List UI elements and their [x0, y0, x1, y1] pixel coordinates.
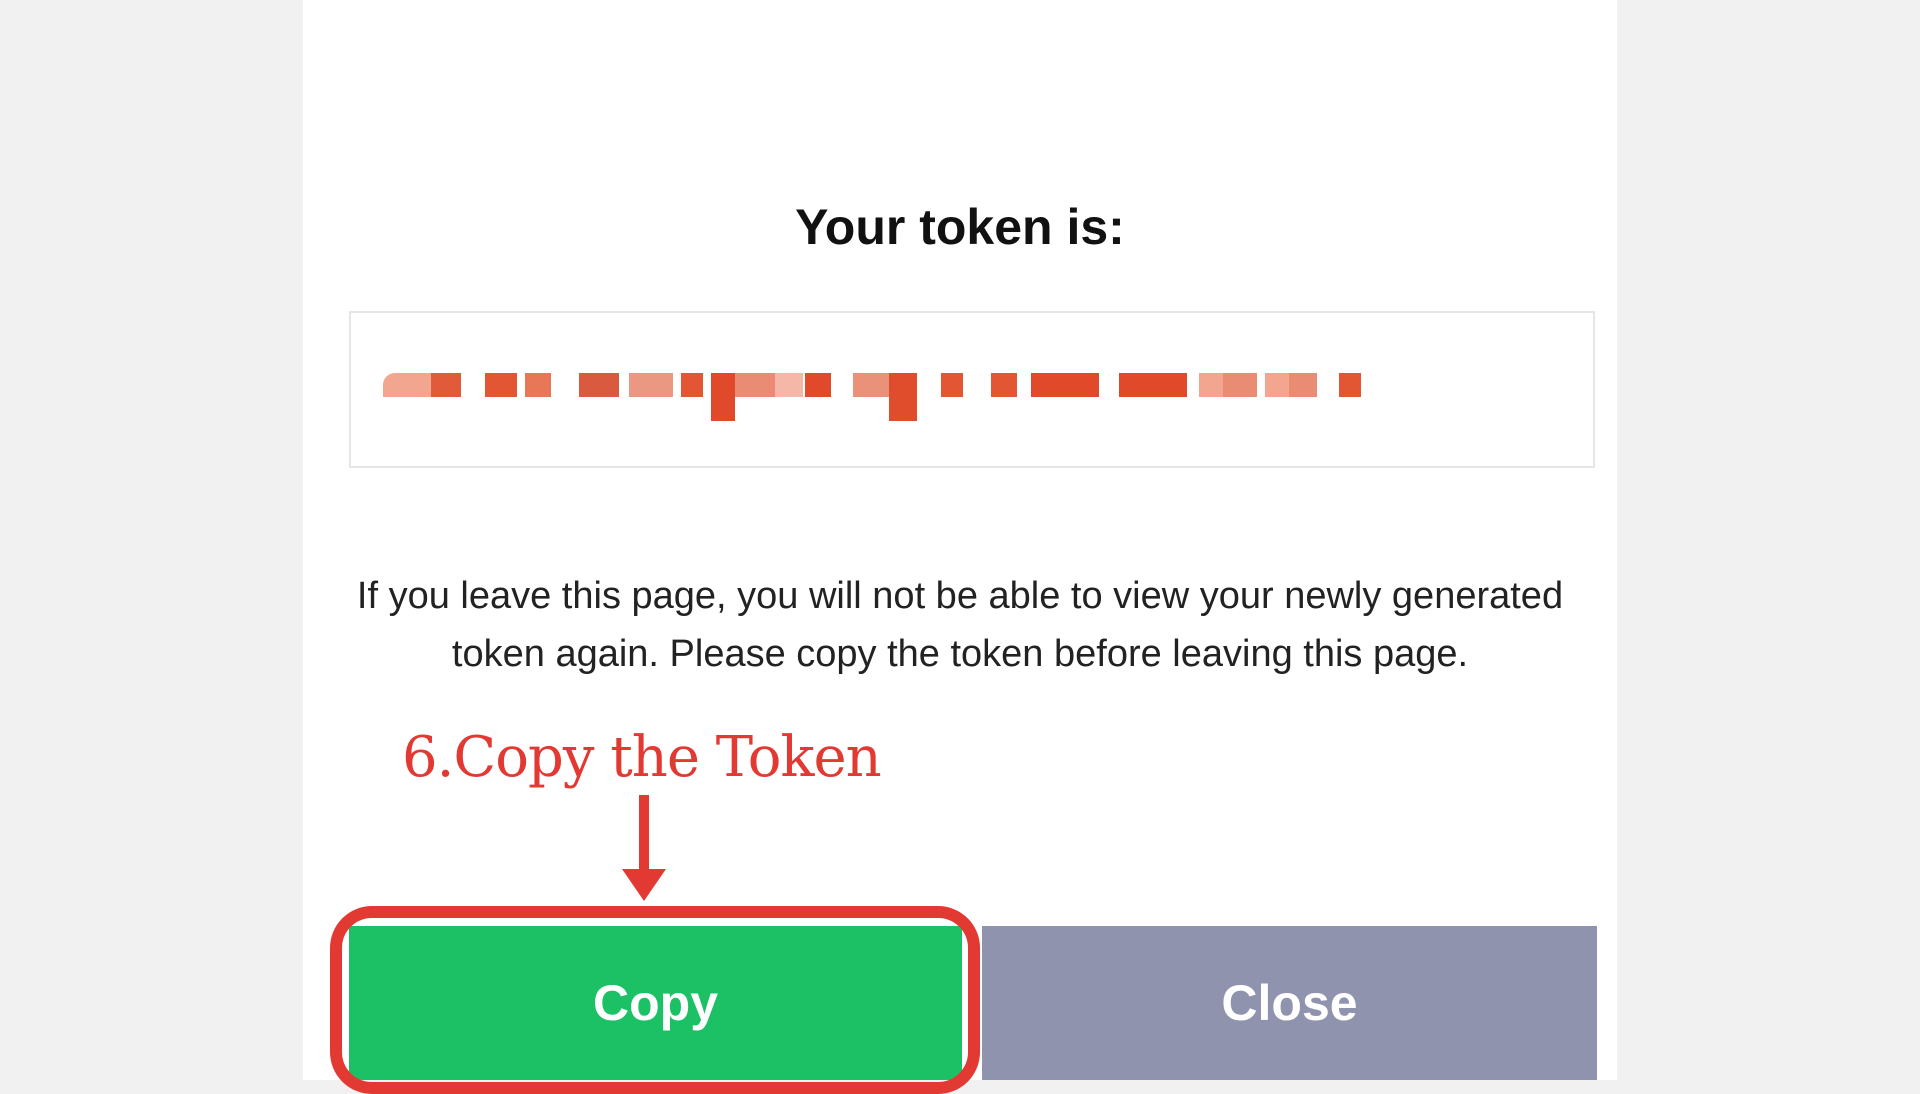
warning-message: If you leave this page, you will not be … [356, 575, 1564, 675]
copy-button[interactable]: Copy [349, 926, 962, 1080]
down-arrow-icon [639, 795, 649, 871]
dialog-title: Your token is: [795, 199, 1125, 255]
close-button[interactable]: Close [982, 926, 1597, 1080]
token-field[interactable] [349, 311, 1595, 468]
arrow-head-icon [622, 869, 666, 901]
token-dialog: Your token is: If you leave this page, y… [303, 0, 1617, 1080]
step-annotation-label: 6.Copy the Token [402, 725, 882, 790]
token-redacted-mosaic [351, 313, 1593, 466]
